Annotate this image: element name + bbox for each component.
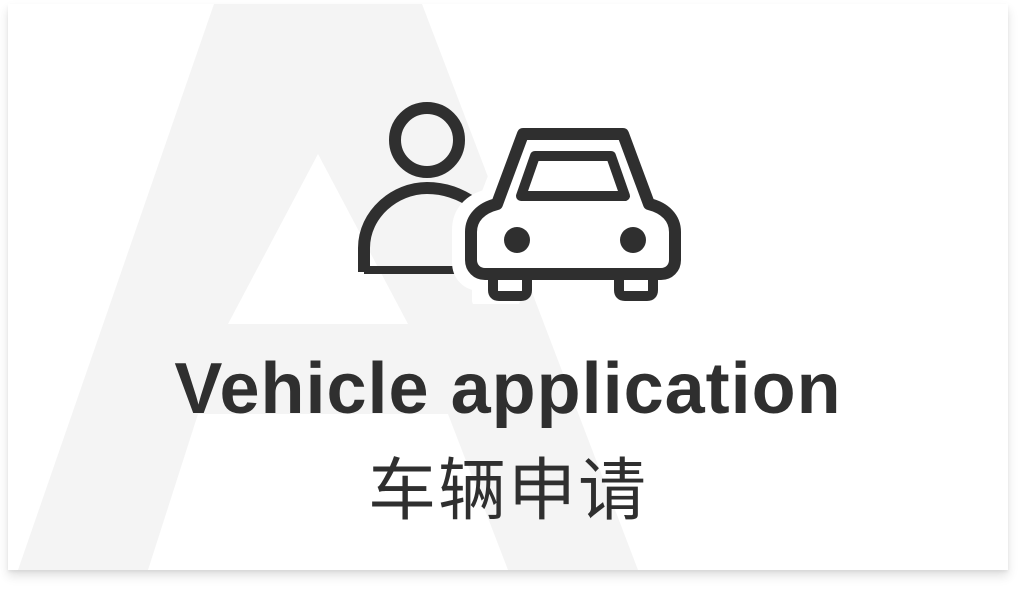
car-headlight-left-icon — [504, 227, 530, 253]
user-with-car-icon — [345, 90, 695, 304]
page: Vehicle application 车辆申请 — [0, 0, 1028, 596]
person-head-icon — [389, 102, 465, 178]
title-chinese: 车辆申请 — [367, 452, 648, 531]
title-english: Vehicle application — [174, 349, 842, 429]
vehicle-application-card[interactable]: Vehicle application 车辆申请 — [8, 4, 1008, 570]
car-headlight-right-icon — [620, 227, 646, 253]
